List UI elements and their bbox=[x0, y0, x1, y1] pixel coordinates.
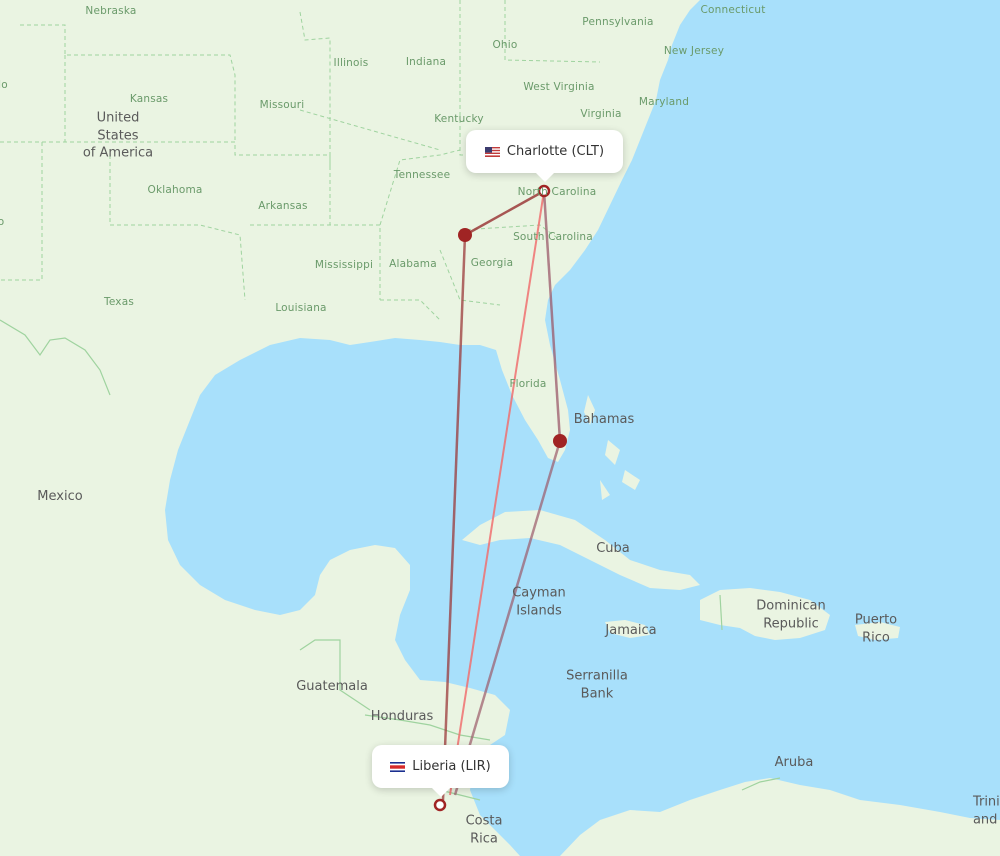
label-trinidad-line2: and Tob bbox=[972, 812, 1000, 827]
label-cayman-line1: Cayman bbox=[512, 585, 566, 601]
label-trinidad-and-tobago: Trinid and Tob bbox=[973, 793, 1000, 828]
stop-marker-atlanta[interactable] bbox=[458, 228, 472, 242]
label-serranilla-bank: Serranilla Bank bbox=[566, 667, 628, 702]
us-flag-icon bbox=[484, 146, 500, 157]
label-new-mexico-partial: o bbox=[0, 215, 5, 228]
label-usa-line1: United bbox=[96, 110, 140, 126]
label-guatemala: Guatemala bbox=[296, 679, 368, 695]
origin-airport-popup[interactable]: Charlotte (CLT) bbox=[466, 130, 623, 182]
label-maryland: Maryland bbox=[638, 95, 690, 108]
label-louisiana: Louisiana bbox=[275, 301, 327, 314]
label-pennsylvania: Pennsylvania bbox=[582, 15, 654, 28]
label-connecticut: Connecticut bbox=[700, 3, 766, 16]
label-kansas: Kansas bbox=[129, 92, 169, 105]
label-usa-line2: States bbox=[97, 128, 139, 144]
label-oklahoma: Oklahoma bbox=[147, 183, 203, 196]
label-mexico: Mexico bbox=[37, 489, 83, 505]
label-puerto-line1: Puerto bbox=[854, 612, 898, 628]
label-costa-line1: Costa bbox=[465, 813, 503, 829]
label-dominican-line1: Dominican bbox=[756, 598, 826, 614]
label-trinidad-line1: Trinid bbox=[972, 794, 1000, 810]
label-tennessee: Tennessee bbox=[393, 168, 451, 181]
label-illinois: Illinois bbox=[333, 56, 369, 69]
label-mississippi: Mississippi bbox=[314, 258, 374, 271]
label-north-carolina: North Carolina bbox=[517, 185, 597, 198]
label-arkansas: Arkansas bbox=[258, 199, 308, 212]
airport-marker-lir[interactable] bbox=[433, 798, 447, 812]
label-cayman-islands: Cayman Islands bbox=[512, 584, 566, 619]
label-texas: Texas bbox=[103, 295, 135, 308]
costa-rica-flag-icon bbox=[390, 761, 406, 772]
stop-marker-florida[interactable] bbox=[553, 434, 567, 448]
label-puerto-line2: Rico bbox=[862, 630, 890, 645]
origin-airport-label: Charlotte (CLT) bbox=[506, 144, 605, 159]
label-kentucky: Kentucky bbox=[434, 112, 484, 125]
label-costa-line2: Rica bbox=[470, 831, 498, 846]
label-ohio: Ohio bbox=[492, 38, 518, 51]
label-west-virginia: West Virginia bbox=[523, 80, 595, 93]
label-virginia: Virginia bbox=[580, 107, 622, 120]
label-usa-line3: of America bbox=[82, 145, 154, 161]
destination-airport-popup[interactable]: Liberia (LIR) bbox=[372, 745, 509, 797]
label-serranilla-line2: Bank bbox=[580, 686, 614, 701]
label-south-carolina: South Carolina bbox=[513, 230, 593, 243]
label-dominican-line2: Republic bbox=[763, 616, 819, 631]
label-aruba: Aruba bbox=[774, 755, 814, 771]
label-colorado-partial: lo bbox=[0, 78, 8, 91]
label-new-jersey: New Jersey bbox=[663, 44, 725, 57]
label-jamaica: Jamaica bbox=[605, 623, 657, 639]
label-puerto-rico: Puerto Rico bbox=[855, 611, 897, 646]
label-georgia: Georgia bbox=[470, 256, 514, 269]
label-missouri: Missouri bbox=[259, 98, 305, 111]
label-florida: Florida bbox=[509, 377, 547, 390]
label-serranilla-line1: Serranilla bbox=[566, 668, 628, 684]
label-cuba: Cuba bbox=[596, 541, 630, 557]
label-costa-rica: Costa Rica bbox=[466, 812, 503, 847]
route-map[interactable]: Nebraska Kansas Oklahoma Texas Missouri … bbox=[0, 0, 1000, 856]
label-usa: United States of America bbox=[83, 110, 153, 163]
label-dominican-republic: Dominican Republic bbox=[756, 597, 825, 632]
label-cayman-line2: Islands bbox=[516, 603, 562, 618]
destination-airport-label: Liberia (LIR) bbox=[412, 759, 491, 774]
label-nebraska: Nebraska bbox=[85, 4, 137, 17]
route-clt-florida bbox=[542, 190, 562, 442]
label-alabama: Alabama bbox=[389, 257, 437, 270]
label-bahamas: Bahamas bbox=[573, 412, 635, 428]
label-indiana: Indiana bbox=[405, 55, 447, 68]
label-honduras: Honduras bbox=[370, 709, 434, 725]
